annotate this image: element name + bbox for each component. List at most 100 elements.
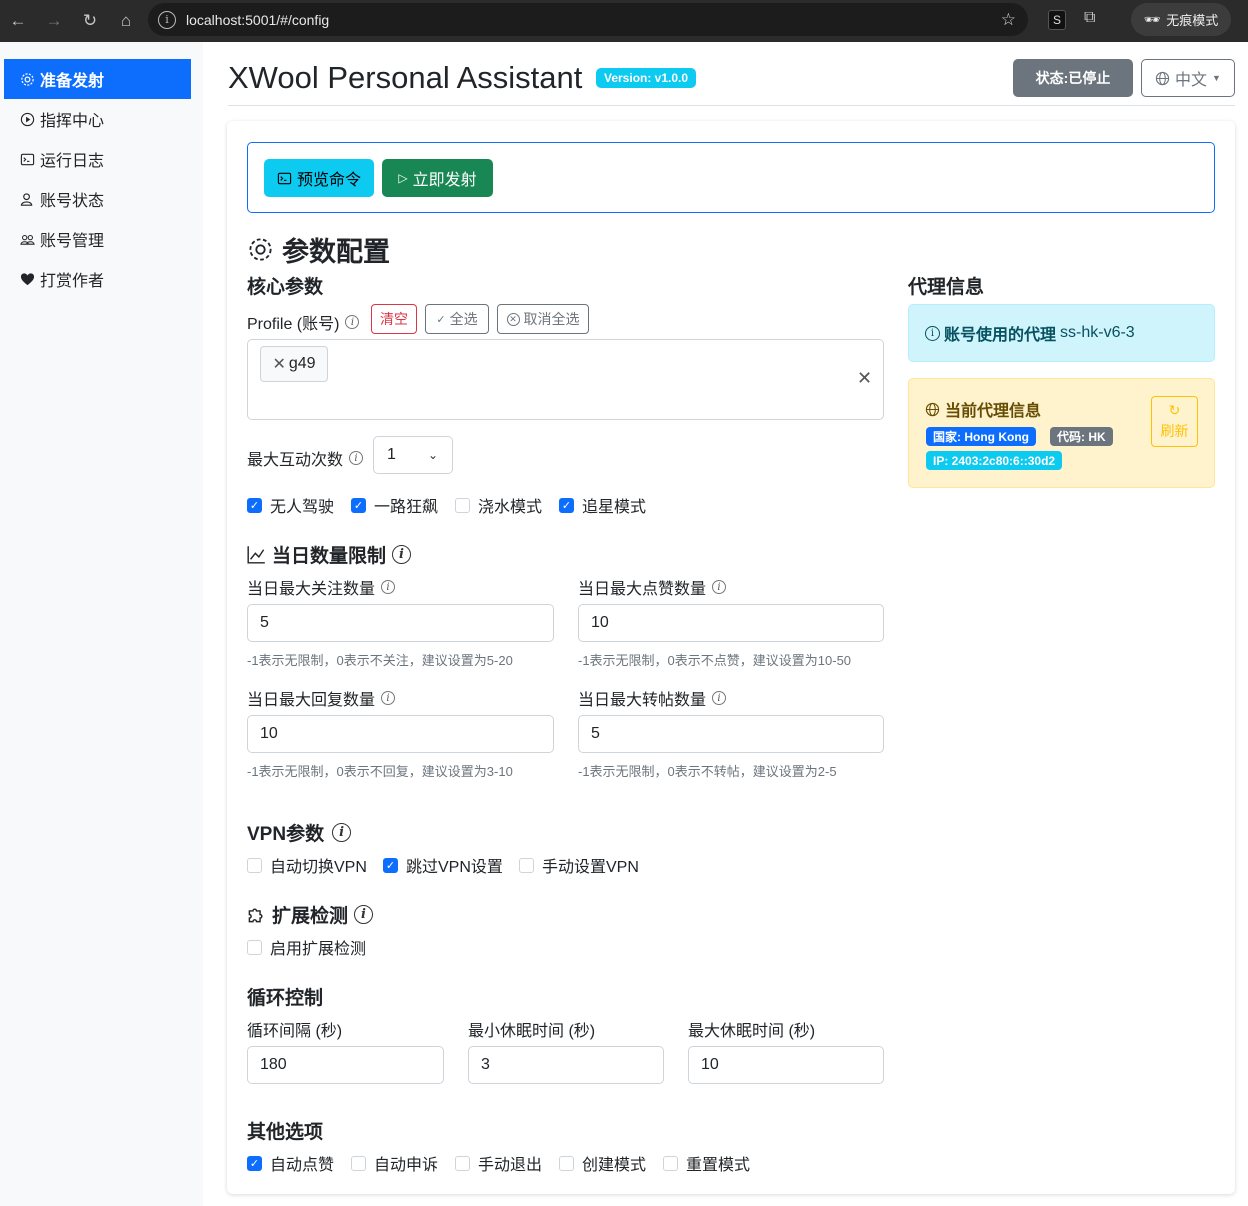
info-icon[interactable]: i: [381, 580, 396, 594]
url-text[interactable]: localhost:5001/#/config: [186, 12, 329, 28]
checkbox-label: 追星模式: [582, 499, 647, 516]
launch-now-button[interactable]: ▷ 立即发射: [382, 159, 493, 197]
checkbox-box[interactable]: [247, 939, 262, 955]
max-like-input[interactable]: 10: [578, 604, 884, 642]
sidebar-item-account-status[interactable]: 账号状态: [4, 179, 191, 219]
sidebar-item-run-log[interactable]: 运行日志: [4, 139, 191, 179]
checkbox-label: 自动申诉: [374, 1157, 439, 1174]
min-sleep-label: 最小休眠时间 (秒): [468, 1023, 596, 1040]
sidebar-item-command-center[interactable]: 指挥中心: [4, 99, 191, 139]
globe-icon: [925, 402, 940, 416]
extensions-puzzle-icon[interactable]: ⧉: [1084, 9, 1095, 27]
home-icon[interactable]: ⌂: [108, 11, 144, 31]
checkbox-box[interactable]: ✓: [559, 497, 574, 513]
checkbox-create-mode[interactable]: 创建模式: [559, 1151, 646, 1175]
loop-interval-input[interactable]: 180: [247, 1046, 444, 1084]
checkbox-skip-vpn[interactable]: ✓ 跳过VPN设置: [383, 853, 503, 877]
loop-interval-label: 循环间隔 (秒): [247, 1023, 343, 1040]
checkbox-box[interactable]: [559, 1155, 574, 1171]
info-icon[interactable]: i: [381, 691, 396, 705]
checkbox-box[interactable]: ✓: [351, 497, 366, 513]
info-icon[interactable]: i: [712, 580, 727, 594]
checkbox-label: 无人驾驶: [270, 499, 335, 516]
checkbox-auto-like[interactable]: ✓ 自动点赞: [247, 1151, 334, 1175]
checkbox-watering-mode[interactable]: 浇水模式: [455, 493, 542, 517]
checkbox-auto-appeal[interactable]: 自动申诉: [351, 1151, 438, 1175]
checkbox-box[interactable]: [351, 1155, 366, 1171]
clear-selection-icon[interactable]: ✕: [857, 368, 872, 389]
status-button[interactable]: 状态:已停止: [1013, 59, 1133, 97]
preview-command-button[interactable]: 预览命令: [264, 159, 374, 197]
max-interact-select[interactable]: 1 ⌄: [373, 436, 453, 474]
refresh-proxy-button[interactable]: ↻ 刷新: [1151, 396, 1198, 447]
max-follow-help: -1表示无限制，0表示不关注，建议设置为5-20: [247, 653, 513, 668]
checkbox-box[interactable]: [663, 1155, 678, 1171]
max-follow-input[interactable]: 5: [247, 604, 554, 642]
sidebar-item-account-management[interactable]: 账号管理: [4, 219, 191, 259]
preview-command-label: 预览命令: [296, 172, 361, 189]
checkbox-label: 浇水模式: [478, 499, 543, 516]
sidebar-item-label: 打赏作者: [40, 273, 105, 290]
address-bar[interactable]: i localhost:5001/#/config ☆: [148, 3, 1028, 36]
checkbox-box[interactable]: [247, 857, 262, 873]
language-dropdown[interactable]: 中文 ▼: [1141, 59, 1235, 97]
checkbox-box[interactable]: ✓: [383, 857, 398, 873]
globe-icon: [1155, 71, 1170, 85]
account-proxy-value: ss-hk-v6-3: [1060, 324, 1135, 341]
checkbox-full-speed[interactable]: ✓ 一路狂飙: [351, 493, 438, 517]
incognito-indicator[interactable]: 🕶 无痕模式: [1131, 3, 1231, 36]
max-like-help: -1表示无限制，0表示不点赞，建议设置为10-50: [578, 653, 852, 668]
info-icon[interactable]: i: [349, 451, 364, 465]
site-info-icon[interactable]: i: [158, 10, 176, 29]
back-icon[interactable]: ←: [0, 11, 36, 31]
checkbox-reset-mode[interactable]: 重置模式: [663, 1151, 750, 1175]
chevron-down-icon: ⌄: [427, 448, 438, 462]
caret-down-icon: ▼: [1212, 73, 1221, 83]
checkbox-box[interactable]: [455, 497, 470, 513]
max-like-label: 当日最大点赞数量 i: [578, 575, 727, 599]
checkbox-box[interactable]: [455, 1155, 470, 1171]
info-icon[interactable]: i: [392, 545, 412, 564]
forward-icon[interactable]: →: [36, 11, 72, 31]
max-reply-input[interactable]: 10: [247, 715, 554, 753]
checkbox-box[interactable]: ✓: [247, 1155, 262, 1171]
sidebar-item-launch-prep[interactable]: 准备发射: [4, 59, 191, 99]
person-icon: [20, 192, 33, 206]
remove-tag-icon[interactable]: ✕: [272, 354, 285, 374]
sidebar-item-tip-author[interactable]: 打赏作者: [4, 259, 191, 299]
profile-tag[interactable]: ✕ g49: [260, 346, 328, 382]
section-title-config: 参数配置: [247, 230, 390, 269]
max-like-label-text: 当日最大点赞数量: [578, 581, 707, 598]
clear-label: 清空: [380, 311, 408, 327]
launch-now-label: 立即发射: [412, 172, 477, 189]
bookmark-star-icon[interactable]: ☆: [1001, 10, 1016, 30]
config-title-text: 参数配置: [282, 237, 390, 267]
info-icon[interactable]: i: [354, 905, 374, 924]
country-badge: 国家: Hong Kong: [926, 427, 1036, 446]
page-title: XWool Personal Assistant: [228, 60, 583, 95]
info-icon[interactable]: i: [712, 691, 727, 705]
clear-profiles-button[interactable]: 清空: [371, 304, 417, 334]
extension-s-icon[interactable]: S: [1048, 10, 1066, 30]
min-sleep-input[interactable]: 3: [468, 1046, 664, 1084]
checkbox-manual-vpn[interactable]: 手动设置VPN: [519, 853, 639, 877]
max-sleep-input[interactable]: 10: [688, 1046, 884, 1084]
info-icon[interactable]: i: [345, 315, 360, 329]
checkbox-box[interactable]: ✓: [247, 497, 262, 513]
header-divider: [228, 105, 1235, 106]
info-icon[interactable]: i: [332, 823, 352, 842]
checkbox-enable-extension-detect[interactable]: 启用扩展检测: [247, 935, 366, 959]
checkbox-star-chasing-mode[interactable]: ✓ 追星模式: [559, 493, 646, 517]
daily-limits-title: 当日数量限制 i: [247, 541, 412, 568]
checkbox-box[interactable]: [519, 857, 534, 873]
checkbox-autopilot[interactable]: ✓ 无人驾驶: [247, 493, 334, 517]
extension-detect-title: 扩展检测 i: [247, 901, 374, 928]
select-all-button[interactable]: ✓ 全选: [425, 304, 489, 334]
x-circle-icon: ✕: [506, 312, 520, 326]
deselect-all-button[interactable]: ✕ 取消全选: [497, 304, 589, 334]
max-repost-input[interactable]: 5: [578, 715, 884, 753]
checkbox-manual-exit[interactable]: 手动退出: [455, 1151, 542, 1175]
reload-icon[interactable]: ↻: [72, 11, 108, 31]
checkbox-auto-switch-vpn[interactable]: 自动切换VPN: [247, 853, 367, 877]
profile-multiselect[interactable]: [247, 339, 884, 420]
